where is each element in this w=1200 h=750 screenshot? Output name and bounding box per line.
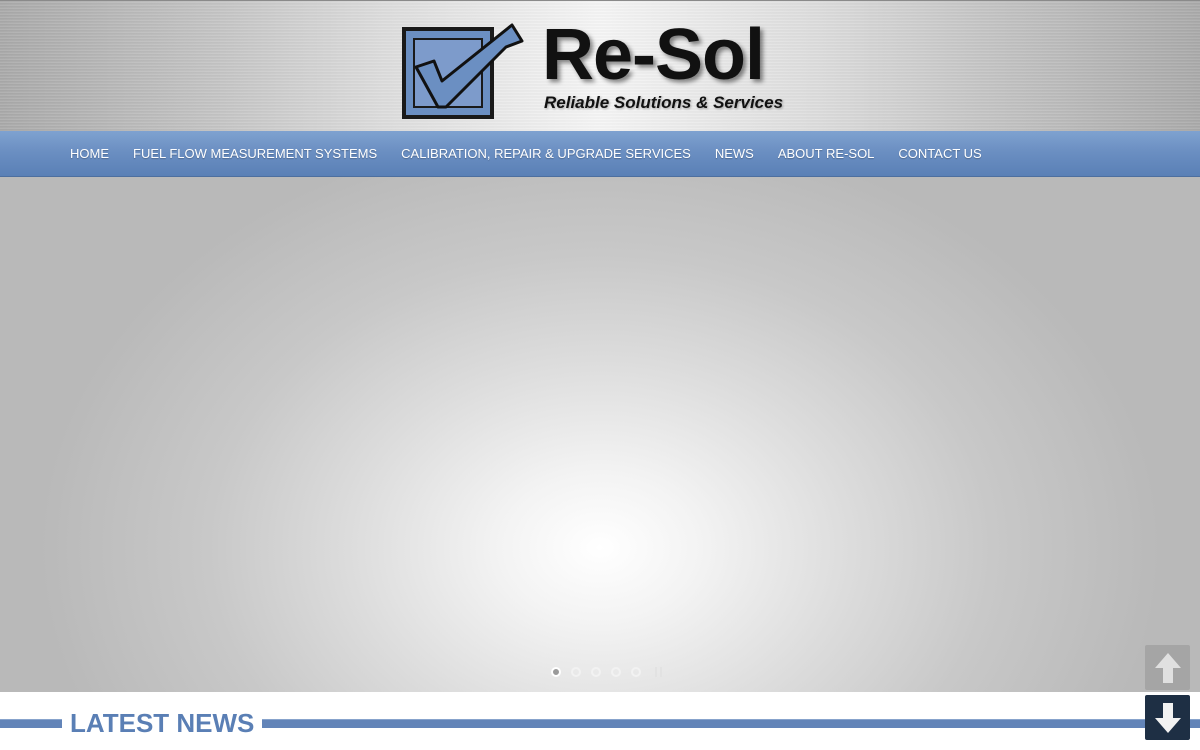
brand-tagline: Reliable Solutions & Services <box>544 93 784 112</box>
pause-icon[interactable] <box>655 667 665 677</box>
brand-name: Re-Sol <box>542 15 765 95</box>
slider-dot-1[interactable] <box>551 667 561 677</box>
site-header: Re-Sol Reliable Solutions & Services <box>0 0 1200 132</box>
site-logo[interactable]: Re-Sol Reliable Solutions & Services <box>402 15 802 123</box>
slider-controls: › <box>527 664 665 680</box>
latest-news-heading: LATEST NEWS <box>62 704 263 742</box>
arrow-down-icon <box>1154 702 1181 733</box>
latest-news-section: LATEST NEWS <box>0 692 1200 750</box>
nav-item-about-re-sol[interactable]: ABOUT RE-SOL <box>766 131 887 176</box>
chevron-right-icon[interactable]: › <box>527 664 541 680</box>
scroll-down-button[interactable] <box>1145 695 1190 740</box>
nav-item-calibration-repair-upgrade[interactable]: CALIBRATION, REPAIR & UPGRADE SERVICES <box>389 131 703 176</box>
nav-item-fuel-flow-measurement-systems[interactable]: FUEL FLOW MEASUREMENT SYSTEMS <box>121 131 389 176</box>
checkmark-logo-icon <box>402 23 524 119</box>
main-nav: HOME FUEL FLOW MEASUREMENT SYSTEMS CALIB… <box>0 131 1200 177</box>
slider-dot-4[interactable] <box>611 667 621 677</box>
arrow-up-icon <box>1154 652 1181 683</box>
slider-dot-3[interactable] <box>591 667 601 677</box>
scroll-up-button[interactable] <box>1145 645 1190 690</box>
nav-item-home[interactable]: HOME <box>58 131 121 176</box>
nav-item-news[interactable]: NEWS <box>703 131 766 176</box>
nav-item-contact-us[interactable]: CONTACT US <box>886 131 993 176</box>
nav-list: HOME FUEL FLOW MEASUREMENT SYSTEMS CALIB… <box>58 131 994 176</box>
slider-dot-5[interactable] <box>631 667 641 677</box>
hero-slider: › <box>0 177 1200 692</box>
slider-dot-2[interactable] <box>571 667 581 677</box>
